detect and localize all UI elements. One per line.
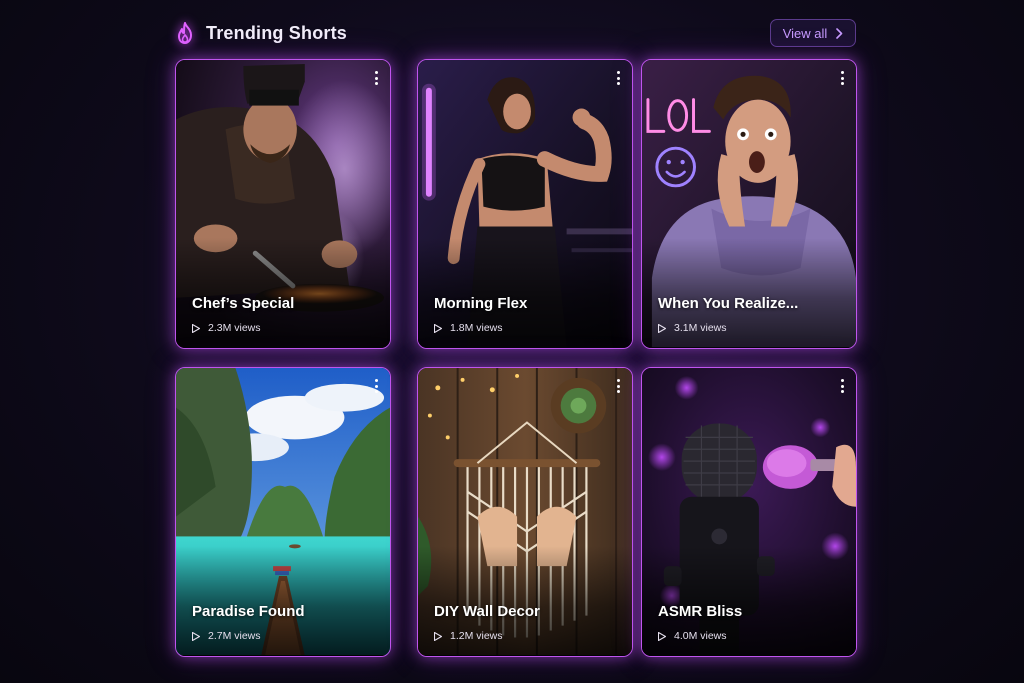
short-title: DIY Wall Decor [434, 603, 540, 620]
view-all-button[interactable]: View all [770, 19, 856, 47]
short-view-count: 1.8M views [450, 322, 503, 334]
short-info: Paradise Found 2.7M views [192, 603, 378, 642]
short-view-count: 2.7M views [208, 630, 261, 642]
short-info: Chef’s Special 2.3M views [192, 295, 378, 334]
more-options-icon[interactable] [612, 377, 624, 395]
chevron-right-icon [836, 27, 843, 39]
view-all-label: View all [782, 25, 828, 41]
short-title: Paradise Found [192, 603, 305, 620]
more-options-icon[interactable] [836, 69, 848, 87]
play-icon [192, 631, 200, 641]
short-card[interactable]: Morning Flex 1.8M views [417, 59, 633, 349]
short-view-count: 4.0M views [674, 630, 727, 642]
short-card[interactable]: Paradise Found 2.7M views [175, 367, 391, 657]
play-icon [434, 323, 442, 333]
short-views: 1.8M views [434, 322, 620, 334]
play-icon [192, 323, 200, 333]
flame-icon [178, 22, 192, 44]
more-options-icon[interactable] [370, 69, 382, 87]
short-card[interactable]: DIY Wall Decor 1.2M views [417, 367, 633, 657]
short-views: 1.2M views [434, 630, 620, 642]
short-info: When You Realize... 3.1M views [658, 295, 844, 334]
short-title: Morning Flex [434, 295, 528, 312]
short-title: Chef’s Special [192, 295, 295, 312]
section-header: Trending Shorts View all [174, 18, 856, 48]
section-title-group: Trending Shorts [174, 21, 347, 45]
short-views: 3.1M views [658, 322, 844, 334]
short-title: ASMR Bliss [658, 603, 743, 620]
section-title: Trending Shorts [206, 22, 348, 43]
short-card[interactable]: Chef’s Special 2.3M views [175, 59, 391, 349]
short-views: 2.3M views [192, 322, 378, 334]
short-info: DIY Wall Decor 1.2M views [434, 603, 620, 642]
more-options-icon[interactable] [612, 69, 624, 87]
play-icon [658, 323, 666, 333]
more-options-icon[interactable] [370, 377, 382, 395]
short-title: When You Realize... [658, 295, 799, 312]
short-view-count: 3.1M views [674, 322, 727, 334]
short-info: Morning Flex 1.8M views [434, 295, 620, 334]
play-icon [658, 631, 666, 641]
short-views: 2.7M views [192, 630, 378, 642]
short-view-count: 1.2M views [450, 630, 503, 642]
short-info: ASMR Bliss 4.0M views [658, 603, 844, 642]
short-views: 4.0M views [658, 630, 844, 642]
play-icon [434, 631, 442, 641]
short-view-count: 2.3M views [208, 322, 261, 334]
short-card[interactable]: When You Realize... 3.1M views [641, 59, 857, 349]
more-options-icon[interactable] [836, 377, 848, 395]
short-card[interactable]: ASMR Bliss 4.0M views [641, 367, 857, 657]
